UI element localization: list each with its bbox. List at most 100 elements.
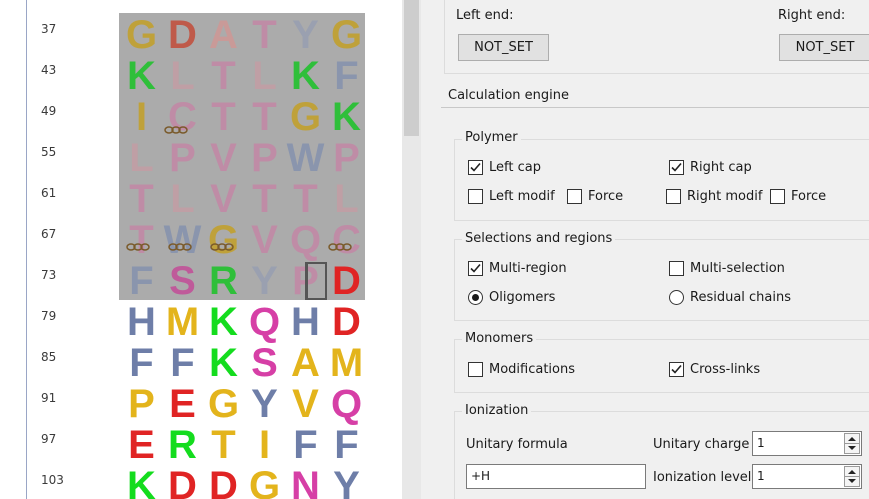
monomer-cell[interactable]: W [285,138,326,179]
monomer-cell[interactable]: A [203,15,244,56]
monomer-cell[interactable]: K [326,97,367,138]
monomer-cell[interactable]: P [121,384,162,425]
monomer-cell[interactable]: T [244,179,285,220]
monomer-cell[interactable]: K [121,56,162,97]
row-number: 43 [41,63,57,77]
right-end-button[interactable]: NOT_SET [779,34,869,61]
monomer-cell[interactable]: E [121,425,162,466]
multi-selection-checkbox[interactable]: Multi-selection [669,261,785,276]
monomer-cell[interactable]: Y [285,15,326,56]
monomer-cell[interactable]: P [244,138,285,179]
monomer-cell[interactable]: D [162,466,203,499]
monomer-cell[interactable]: K [203,343,244,384]
monomer-cell[interactable]: V [244,220,285,261]
monomer-cell[interactable]: G [121,15,162,56]
monomer-cell[interactable]: T [203,425,244,466]
modifications-checkbox[interactable]: Modifications [468,362,575,377]
spin-arrows-icon[interactable] [844,433,860,454]
right-modif-checkbox[interactable]: Right modif [666,189,762,204]
monomer-cell[interactable]: A [285,343,326,384]
monomer-cell[interactable]: G [326,15,367,56]
monomer-cell[interactable]: K [121,466,162,499]
monomer-cell[interactable]: F [326,56,367,97]
sequence-editor[interactable]: 37 43 49 55 61 67 73 79 85 91 97 103 GDATYGKLTLKFIC… [0,0,405,499]
monomer-cell[interactable]: P [162,138,203,179]
ionization-level-label: Ionization level [653,470,752,485]
monomer-cell[interactable]: H [121,302,162,343]
cross-links-checkbox[interactable]: Cross-links [669,362,760,377]
monomer-cell[interactable]: K [203,302,244,343]
monomer-cell[interactable]: W [162,220,203,261]
monomer-cell[interactable]: G [244,466,285,499]
monomer-cell[interactable]: I [121,97,162,138]
unitary-formula-input[interactable]: +H [466,464,646,489]
monomer-cell[interactable]: L [121,138,162,179]
left-force-checkbox[interactable]: Force [567,189,623,204]
monomer-cell[interactable]: R [162,425,203,466]
monomer-cell[interactable]: D [326,261,367,302]
oligomers-radio[interactable]: Oligomers [468,290,555,305]
monomer-cell[interactable]: E [162,384,203,425]
unitary-charge-spinbox[interactable]: 1 [752,431,862,456]
residual-chains-radio[interactable]: Residual chains [669,290,791,305]
monomer-cell[interactable]: C [326,220,367,261]
monomer-cell[interactable]: Q [326,384,367,425]
gutter-divider [26,0,27,499]
monomer-cell[interactable]: I [244,425,285,466]
row-number: 61 [41,186,57,200]
monomer-cell[interactable]: T [244,15,285,56]
monomer-cell[interactable]: S [162,261,203,302]
monomer-cell[interactable]: F [121,261,162,302]
monomer-cell[interactable]: H [285,302,326,343]
scrollbar-thumb[interactable] [404,0,419,136]
monomer-cell[interactable]: M [326,343,367,384]
multi-region-checkbox[interactable]: Multi-region [468,261,567,276]
monomer-cell[interactable]: T [121,220,162,261]
monomer-cell[interactable]: D [162,15,203,56]
monomer-cell[interactable]: L [244,56,285,97]
ionization-level-spinbox[interactable]: 1 [752,464,862,489]
monomer-cell[interactable]: F [121,343,162,384]
radio-selected-icon [468,290,483,305]
monomer-cell[interactable]: T [285,179,326,220]
monomer-cell[interactable]: Y [326,466,367,499]
monomer-cell[interactable]: Q [244,302,285,343]
monomer-cell[interactable]: F [285,425,326,466]
left-end-label: Left end: [456,8,514,23]
multi-region-label: Multi-region [489,261,567,276]
monomer-cell[interactable]: D [203,466,244,499]
right-force-checkbox[interactable]: Force [770,189,826,204]
monomer-cell[interactable]: T [121,179,162,220]
residual-chains-label: Residual chains [690,290,792,305]
calc-engine-title[interactable]: Calculation engine [448,88,569,103]
monomer-cell[interactable]: M [162,302,203,343]
monomer-cell[interactable]: T [244,97,285,138]
monomer-cell[interactable]: N [285,466,326,499]
monomer-cell[interactable]: Y [244,261,285,302]
monomer-cell[interactable]: S [244,343,285,384]
monomer-cell[interactable]: D [326,302,367,343]
monomer-cell[interactable]: L [162,56,203,97]
right-cap-checkbox[interactable]: Right cap [669,160,752,175]
monomer-cell[interactable]: R [203,261,244,302]
monomer-cell[interactable]: Q [285,220,326,261]
monomer-cell[interactable]: G [203,220,244,261]
monomer-cell[interactable]: G [285,97,326,138]
monomer-cell[interactable]: T [203,56,244,97]
monomer-cell[interactable]: L [326,179,367,220]
spin-arrows-icon[interactable] [844,466,860,487]
monomer-cell[interactable]: G [203,384,244,425]
monomer-cell[interactable]: V [203,179,244,220]
monomer-cell[interactable]: Y [244,384,285,425]
monomer-cell[interactable]: F [326,425,367,466]
monomer-cell[interactable]: F [162,343,203,384]
left-cap-checkbox[interactable]: Left cap [468,160,541,175]
left-end-button[interactable]: NOT_SET [458,34,549,61]
monomer-cell[interactable]: V [285,384,326,425]
monomer-cell[interactable]: K [285,56,326,97]
monomer-cell[interactable]: V [203,138,244,179]
monomer-cell[interactable]: T [203,97,244,138]
monomer-cell[interactable]: P [326,138,367,179]
left-modif-checkbox[interactable]: Left modif [468,189,555,204]
monomer-cell[interactable]: L [162,179,203,220]
